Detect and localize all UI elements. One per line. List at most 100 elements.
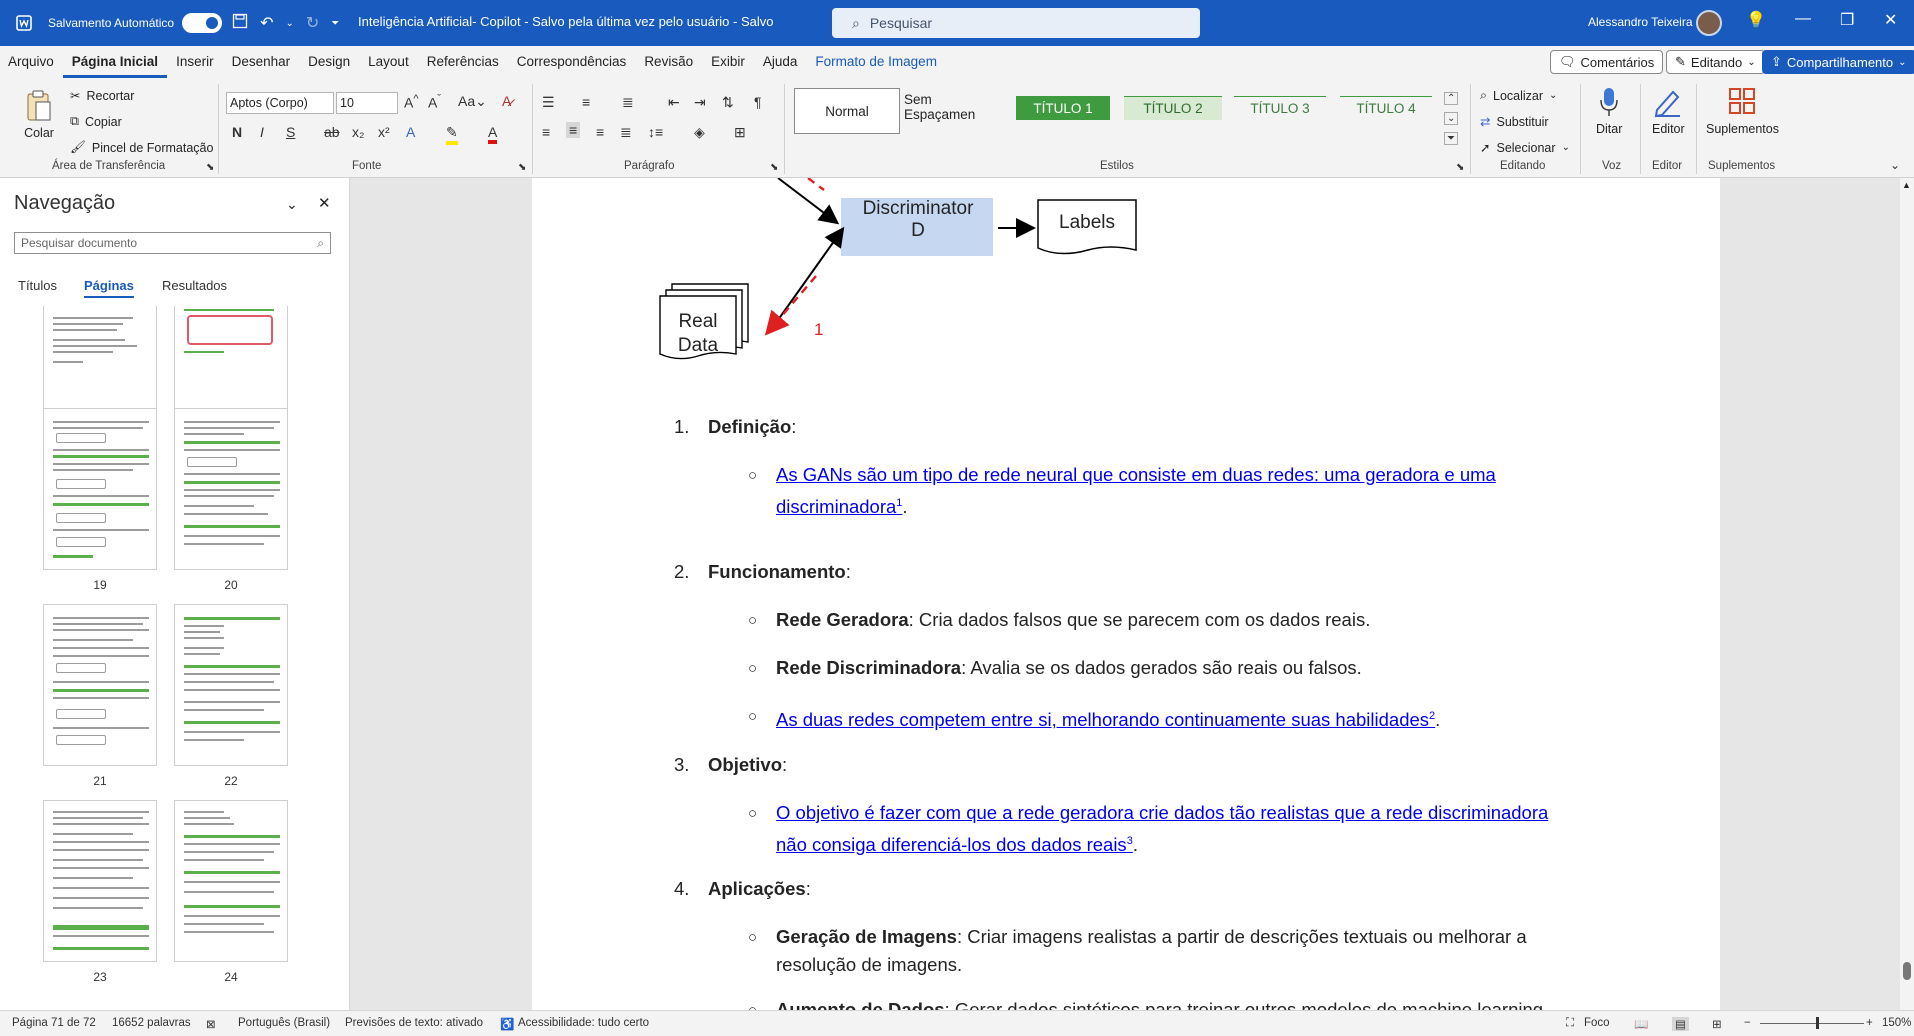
font-family-select[interactable]: Aptos (Corpo) bbox=[226, 92, 334, 114]
styles-scroll-up-icon[interactable]: ⌃ bbox=[1444, 92, 1459, 105]
subscript-icon[interactable]: x₂ bbox=[352, 124, 364, 140]
tab-inserir[interactable]: Inserir bbox=[167, 46, 223, 78]
restore-icon[interactable]: ❐ bbox=[1840, 10, 1854, 30]
editor-button[interactable]: Editor bbox=[1652, 86, 1685, 136]
zoom-level[interactable]: 150% bbox=[1882, 1017, 1911, 1029]
list-item[interactable]: As duas redes competem entre si, melhora… bbox=[776, 702, 1636, 734]
text-predictions[interactable]: Previsões de texto: ativado bbox=[345, 1017, 483, 1029]
page-thumbnail[interactable] bbox=[43, 800, 157, 962]
read-mode-icon[interactable]: 📖 bbox=[1634, 1017, 1648, 1031]
find-button[interactable]: ⌕ Localizar ⌄ bbox=[1480, 88, 1557, 103]
page-thumbnail[interactable] bbox=[174, 800, 288, 962]
vertical-scrollbar[interactable]: ▲ bbox=[1900, 178, 1914, 1010]
user-name[interactable]: Alessandro Teixeira bbox=[1588, 15, 1693, 29]
borders-icon[interactable]: ⊞ bbox=[734, 124, 746, 141]
autosave-toggle[interactable] bbox=[182, 13, 223, 33]
styles-scroll-down-icon[interactable]: ⌄ bbox=[1444, 112, 1459, 125]
superscript-icon[interactable]: x² bbox=[378, 124, 390, 140]
copy-button[interactable]: ⧉ Copiar bbox=[70, 114, 122, 129]
dialog-launcher-icon[interactable]: ⬊ bbox=[518, 162, 526, 173]
increase-indent-icon[interactable]: ⇥ bbox=[694, 94, 706, 111]
dictate-button[interactable]: Ditar bbox=[1596, 86, 1622, 136]
scroll-up-icon[interactable]: ▲ bbox=[1902, 180, 1911, 190]
share-button[interactable]: ⇪ Compartilhamento ⌄ bbox=[1762, 50, 1914, 74]
list-item[interactable]: Rede Geradora: Cria dados falsos que se … bbox=[776, 606, 1636, 634]
list-item[interactable]: Aumento de Dados: Gerar dados sintéticos… bbox=[776, 996, 1636, 1010]
word-app-icon[interactable] bbox=[14, 13, 34, 33]
hyperlink[interactable]: As duas redes competem entre si, melhora… bbox=[776, 709, 1435, 730]
decrease-indent-icon[interactable]: ⇤ bbox=[668, 94, 680, 111]
bullets-icon[interactable]: ☰ bbox=[542, 94, 555, 111]
save-icon[interactable] bbox=[232, 13, 248, 34]
tab-pagina-inicial[interactable]: Página Inicial bbox=[62, 46, 168, 78]
line-spacing-icon[interactable]: ↕≡ bbox=[648, 124, 663, 140]
style-heading-1[interactable]: TÍTULO 1 bbox=[1016, 96, 1110, 120]
strikethrough-icon[interactable]: ab bbox=[324, 124, 340, 140]
scroll-thumb[interactable] bbox=[1903, 962, 1911, 980]
list-heading[interactable]: Aplicações: bbox=[708, 878, 811, 900]
tab-referencias[interactable]: Referências bbox=[418, 46, 508, 78]
tab-design[interactable]: Design bbox=[299, 46, 359, 78]
replace-button[interactable]: ⇄ Substituir bbox=[1480, 114, 1549, 130]
customize-toolbar-icon[interactable]: ⏷ bbox=[331, 18, 339, 29]
addins-button[interactable]: Suplementos bbox=[1706, 86, 1779, 136]
page-thumbnail[interactable] bbox=[43, 306, 157, 410]
close-icon[interactable]: ✕ bbox=[318, 194, 331, 212]
style-heading-4[interactable]: TÍTULO 4 bbox=[1340, 96, 1432, 120]
zoom-in-icon[interactable]: + bbox=[1866, 1017, 1873, 1029]
styles-more-icon[interactable]: ⏷ bbox=[1444, 132, 1458, 145]
nav-tab-headings[interactable]: Títulos bbox=[18, 278, 57, 293]
list-heading[interactable]: Definição: bbox=[708, 416, 796, 438]
tab-arquivo[interactable]: Arquivo bbox=[0, 46, 63, 78]
italic-icon[interactable]: I bbox=[260, 124, 264, 140]
redo-icon[interactable]: ↻ bbox=[306, 13, 319, 33]
font-color-icon[interactable]: A bbox=[488, 124, 498, 144]
align-right-icon[interactable]: ≡ bbox=[596, 124, 604, 140]
proofing-icon[interactable]: ⊠ bbox=[206, 1017, 216, 1031]
cut-button[interactable]: ✂ Recortar bbox=[70, 88, 134, 104]
tab-layout[interactable]: Layout bbox=[359, 46, 418, 78]
style-heading-2[interactable]: TÍTULO 2 bbox=[1124, 96, 1222, 120]
search-box[interactable]: ⌕ Pesquisar bbox=[832, 8, 1200, 38]
focus-button[interactable]: Foco bbox=[1584, 1017, 1610, 1029]
style-heading-3[interactable]: TÍTULO 3 bbox=[1234, 96, 1326, 120]
text-effects-icon[interactable]: A bbox=[406, 124, 415, 140]
underline-icon[interactable]: S bbox=[286, 124, 295, 140]
document-title[interactable]: Inteligência Artificial- Copilot - Salvo… bbox=[358, 14, 773, 29]
chevron-down-icon[interactable]: ⌄ bbox=[286, 196, 298, 213]
page-thumbnail[interactable] bbox=[43, 604, 157, 766]
list-item[interactable]: Geração de Imagens: Criar imagens realis… bbox=[776, 923, 1636, 979]
tab-revisao[interactable]: Revisão bbox=[635, 46, 702, 78]
pilcrow-icon[interactable]: ¶ bbox=[754, 94, 762, 110]
tab-exibir[interactable]: Exibir bbox=[702, 46, 754, 78]
zoom-slider-thumb[interactable] bbox=[1816, 1017, 1819, 1029]
nav-search-input[interactable]: Pesquisar documento ⌕ bbox=[14, 232, 331, 254]
justify-icon[interactable]: ≣ bbox=[620, 124, 632, 141]
highlight-icon[interactable]: ✎ bbox=[446, 124, 458, 145]
tab-formato-de-imagem[interactable]: Formato de Imagem bbox=[806, 46, 946, 78]
hyperlink[interactable]: As GANs são um tipo de rede neural que c… bbox=[776, 464, 1496, 517]
change-case-icon[interactable]: Aa⌄ bbox=[458, 93, 487, 110]
paste-button[interactable]: Colar bbox=[24, 88, 54, 140]
tab-desenhar[interactable]: Desenhar bbox=[223, 46, 300, 78]
align-left-icon[interactable]: ≡ bbox=[542, 124, 550, 140]
grow-font-icon[interactable]: A^ bbox=[404, 93, 419, 111]
list-item[interactable]: As GANs são um tipo de rede neural que c… bbox=[776, 461, 1636, 521]
close-icon[interactable]: ✕ bbox=[1884, 10, 1897, 30]
print-layout-icon[interactable]: ▤ bbox=[1672, 1017, 1689, 1031]
avatar[interactable] bbox=[1696, 10, 1722, 36]
font-size-select[interactable]: 10 bbox=[336, 92, 398, 114]
page-thumbnail[interactable] bbox=[174, 306, 288, 410]
editing-mode-button[interactable]: ✎ Editando ⌄ bbox=[1666, 50, 1765, 74]
dialog-launcher-icon[interactable]: ⬊ bbox=[1456, 162, 1464, 173]
style-no-spacing[interactable]: Sem Espaçamen bbox=[904, 90, 1004, 124]
page-count[interactable]: Página 71 de 72 bbox=[12, 1017, 96, 1029]
search-icon[interactable]: ⌕ bbox=[317, 233, 324, 253]
style-normal[interactable]: Normal bbox=[794, 88, 900, 134]
tab-correspondencias[interactable]: Correspondências bbox=[508, 46, 636, 78]
accessibility-status[interactable]: Acessibilidade: tudo certo bbox=[518, 1017, 649, 1029]
multilevel-list-icon[interactable]: ≣ bbox=[622, 94, 634, 111]
numbering-icon[interactable]: ≡ bbox=[582, 94, 590, 110]
zoom-slider[interactable] bbox=[1760, 1017, 1864, 1029]
comments-button[interactable]: 🗨 Comentários bbox=[1550, 50, 1664, 74]
